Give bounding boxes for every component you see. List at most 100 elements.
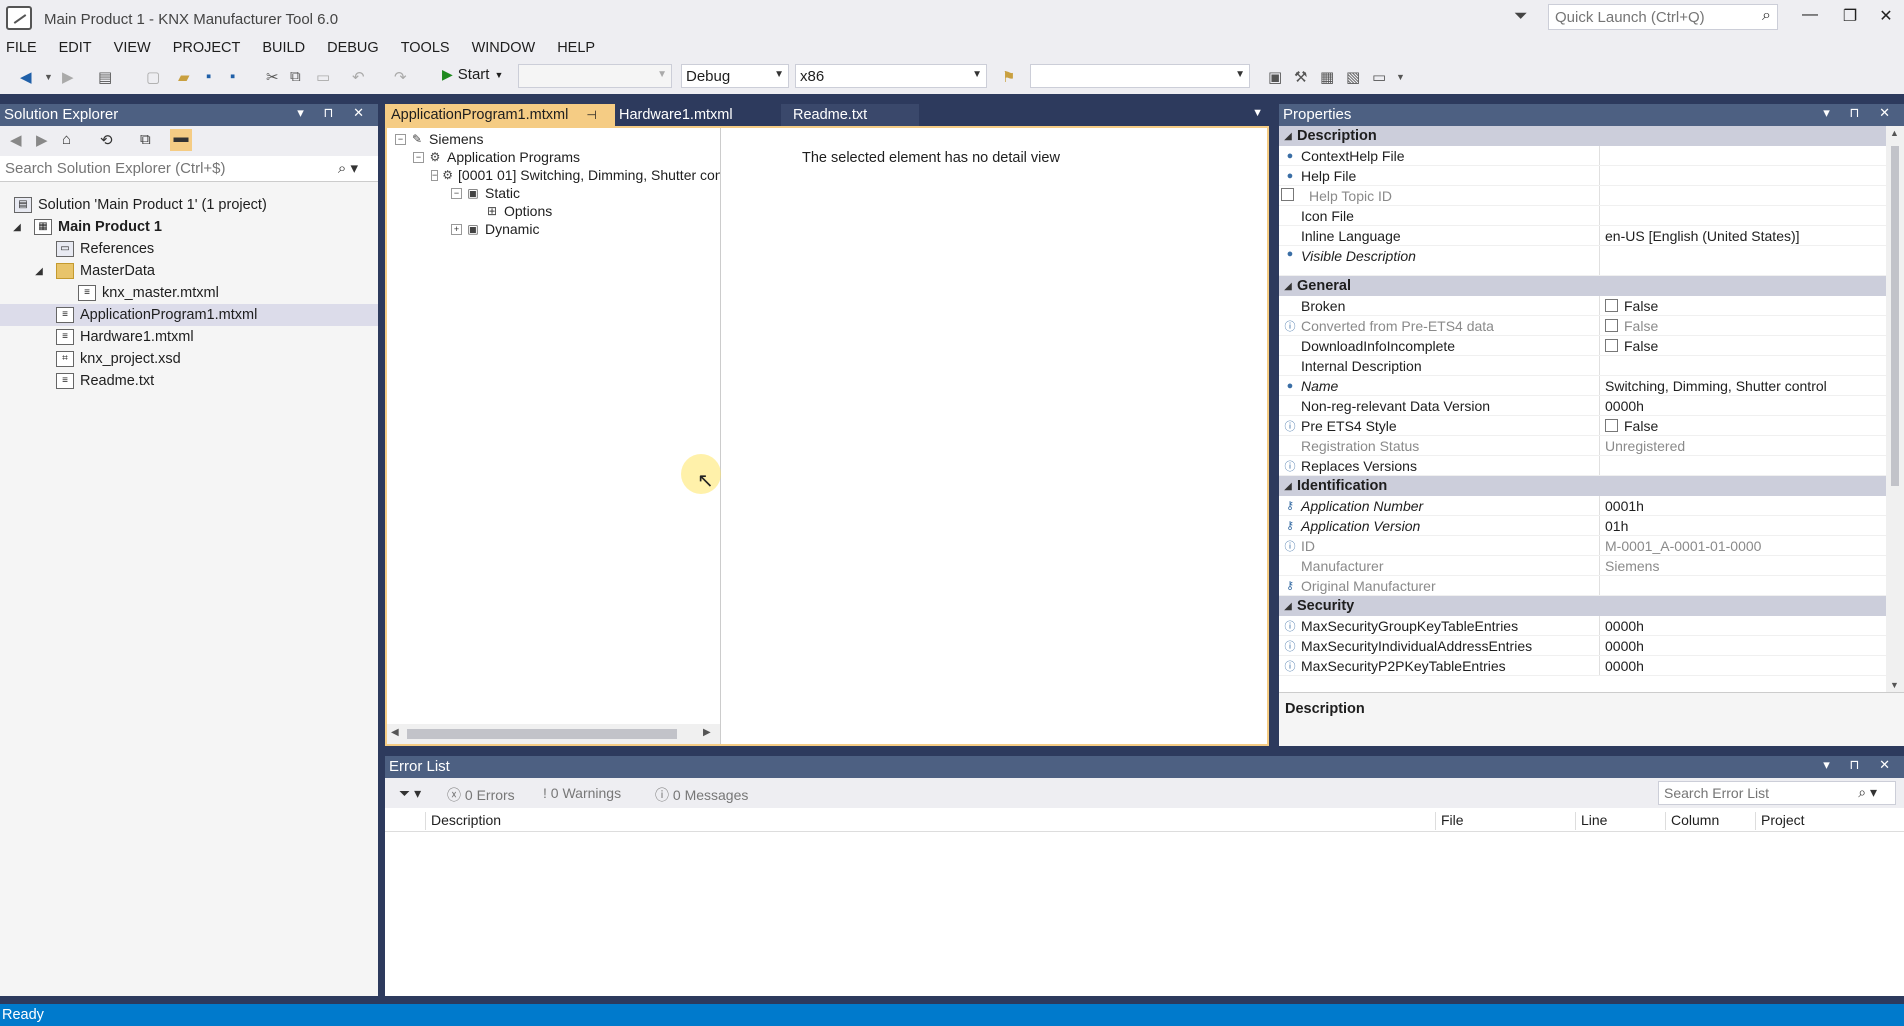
paste-icon[interactable]: ▭ [316, 68, 330, 86]
property-row[interactable]: ● Visible Description [1279, 246, 1886, 276]
collapse-all-icon[interactable]: ⧉ [140, 131, 151, 148]
history-icon[interactable]: ⟲ [100, 131, 113, 149]
forward-icon[interactable]: ▶ [62, 68, 74, 86]
property-row[interactable]: ● Help File [1279, 166, 1886, 186]
panel-controls[interactable]: ▾ ⊓ ✕ [1823, 757, 1898, 773]
save-icon[interactable]: ▪ [206, 68, 211, 85]
expand-arrow-icon[interactable]: ◢ [32, 266, 46, 277]
find-in-files-icon[interactable]: ⚑ [1002, 68, 1015, 86]
file-node-hardware[interactable]: ≡ Hardware1.mtxml [0, 326, 378, 348]
tab-overflow-icon[interactable]: ▼ [1252, 107, 1263, 119]
quick-launch-box[interactable]: ⌕ [1548, 4, 1778, 30]
toolbox-icon[interactable]: ▦ [1320, 68, 1334, 86]
property-row[interactable]: Manufacturer Siemens [1279, 556, 1886, 576]
object-browser-icon[interactable]: ▧ [1346, 68, 1360, 86]
category-description[interactable]: ◢ Description [1279, 126, 1886, 146]
tab-readme[interactable]: Readme.txt [781, 104, 919, 126]
open-folder-icon[interactable]: ▰ [178, 68, 190, 86]
start-button[interactable]: ▶ Start ▼ [442, 66, 503, 83]
home-icon[interactable]: ⌂ [62, 131, 71, 148]
property-row[interactable]: ⓘ MaxSecurityGroupKeyTableEntries 0000h [1279, 616, 1886, 636]
copy-icon[interactable]: ⧉ [290, 68, 301, 85]
property-row[interactable]: ⓘ Pre ETS4 Style False [1279, 416, 1886, 436]
error-search-box[interactable]: ⌕ ▾ [1658, 781, 1896, 805]
property-row[interactable]: ⓘ MaxSecurityP2PKeyTableEntries 0000h [1279, 656, 1886, 676]
solution-search-box[interactable]: ⌕ ▾ [0, 156, 378, 182]
messages-filter-button[interactable]: ⓘ 0 Messages [655, 785, 748, 805]
project-node[interactable]: ◢ ▦ Main Product 1 [0, 216, 378, 238]
menu-view[interactable]: VIEW [108, 38, 161, 60]
undo-icon[interactable]: ↶ [352, 68, 365, 86]
expand-icon[interactable]: + [451, 223, 462, 235]
tab-application-program[interactable]: ApplicationProgram1.mtxml ⊣ ✕ [385, 104, 615, 139]
checkbox-icon[interactable] [1280, 187, 1294, 201]
panel-controls[interactable]: ▾ ⊓ ✕ [297, 105, 372, 121]
scroll-thumb[interactable] [407, 729, 677, 739]
property-row[interactable]: Internal Description [1279, 356, 1886, 376]
file-node-application-program[interactable]: ≡ ApplicationProgram1.mtxml [0, 304, 378, 326]
tree-horizontal-scrollbar[interactable]: ◀ ▶ [387, 724, 720, 744]
forward-icon[interactable]: ▶ [36, 131, 48, 149]
menu-build[interactable]: BUILD [256, 38, 315, 60]
close-window-button[interactable]: ✕ [1868, 6, 1904, 32]
property-row[interactable]: DownloadInfoIncomplete False [1279, 336, 1886, 356]
tree-node-dynamic[interactable]: + ▣ Dynamic [387, 220, 720, 238]
column-column[interactable]: Column [1665, 812, 1755, 830]
checkbox-icon[interactable] [1605, 299, 1618, 312]
find-dropdown[interactable]: ▼ [1030, 64, 1250, 88]
menu-file[interactable]: FILE [0, 38, 47, 60]
restore-button[interactable]: ❐ [1832, 6, 1868, 32]
collapse-icon[interactable]: − [413, 151, 424, 163]
tree-node-static[interactable]: − ▣ Static [387, 184, 720, 202]
property-row[interactable]: ● ContextHelp File [1279, 146, 1886, 166]
search-icon[interactable]: ⌕ [1762, 7, 1771, 25]
start-dropdown-icon[interactable]: ▼ [494, 70, 503, 80]
collapse-arrow-icon[interactable]: ◢ [1279, 601, 1297, 612]
property-row[interactable]: Non-reg-relevant Data Version 0000h [1279, 396, 1886, 416]
file-node-knx-master[interactable]: ≡ knx_master.mtxml [0, 282, 378, 304]
tree-node-options[interactable]: ⊞ Options [387, 202, 720, 220]
scroll-up-icon[interactable]: ▲ [1890, 128, 1899, 138]
add-item-icon[interactable]: ▢ [146, 68, 160, 86]
panel-controls[interactable]: ▾ ⊓ ✕ [1823, 105, 1898, 121]
solution-node[interactable]: ▤ Solution 'Main Product 1' (1 project) [0, 194, 378, 216]
errors-filter-button[interactable]: ⓧ 0 Errors [447, 785, 515, 805]
collapse-arrow-icon[interactable]: ◢ [1279, 131, 1297, 142]
save-all-icon[interactable]: ▪ [230, 68, 235, 85]
menu-debug[interactable]: DEBUG [321, 38, 389, 60]
checkbox-icon[interactable] [1605, 339, 1618, 352]
file-node-readme[interactable]: ≡ Readme.txt [0, 370, 378, 392]
minimize-button[interactable]: — [1792, 6, 1828, 32]
menu-window[interactable]: WINDOW [466, 38, 546, 60]
tree-node-application-programs[interactable]: − ⚙ Application Programs [387, 148, 720, 166]
warnings-filter-button[interactable]: ! 0 Warnings [543, 785, 621, 801]
platform-dropdown[interactable]: x86 ▼ [795, 64, 987, 88]
menu-help[interactable]: HELP [551, 38, 605, 60]
preview-toggle-icon[interactable]: ▬ [170, 129, 192, 151]
column-description[interactable]: Description [425, 812, 1435, 830]
masterdata-folder-node[interactable]: ◢ MasterData [0, 260, 378, 282]
back-dropdown-icon[interactable]: ▼ [44, 72, 53, 82]
tree-node-application[interactable]: − ⚙ [0001 01] Switching, Dimming, Shutte… [387, 166, 720, 184]
property-row[interactable]: ⓘ ID M-0001_A-0001-01-0000 [1279, 536, 1886, 556]
property-row[interactable]: Broken False [1279, 296, 1886, 316]
solution-search-input[interactable] [0, 156, 330, 180]
pin-icon[interactable]: ⊣ [586, 108, 596, 122]
category-security[interactable]: ◢ Security [1279, 596, 1886, 616]
column-line[interactable]: Line [1575, 812, 1665, 830]
quick-launch-input[interactable] [1549, 5, 1749, 29]
scroll-right-icon[interactable]: ▶ [703, 727, 711, 738]
scroll-thumb[interactable] [1891, 146, 1899, 486]
expand-arrow-icon[interactable]: ◢ [10, 222, 24, 233]
collapse-icon[interactable]: − [451, 187, 462, 199]
scroll-down-icon[interactable]: ▼ [1890, 680, 1899, 690]
solution-explorer-tool-icon[interactable]: ▣ [1268, 68, 1282, 86]
checkbox-icon[interactable] [1605, 419, 1618, 432]
redo-icon[interactable]: ↷ [394, 68, 407, 86]
category-general[interactable]: ◢ General [1279, 276, 1886, 296]
references-node[interactable]: ▭ References [0, 238, 378, 260]
collapse-arrow-icon[interactable]: ◢ [1279, 281, 1297, 292]
property-row[interactable]: Icon File [1279, 206, 1886, 226]
back-icon[interactable]: ◀ [10, 131, 22, 149]
property-row[interactable]: ⚷ Original Manufacturer [1279, 576, 1886, 596]
